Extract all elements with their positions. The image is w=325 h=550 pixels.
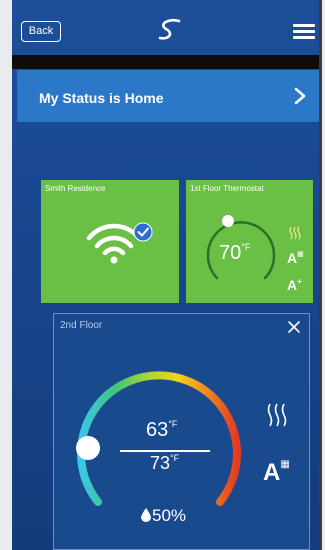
device-edge: [319, 0, 322, 550]
tile-smith-residence[interactable]: Smith Residence: [41, 180, 179, 303]
top-bar: Back: [12, 0, 322, 53]
swirl-logo-icon: [158, 18, 181, 40]
schedule-mode-icon: A▦: [287, 250, 304, 266]
back-button[interactable]: Back: [21, 21, 61, 42]
auto-schedule-icon[interactable]: A▦: [263, 459, 290, 487]
water-drop-icon: [141, 508, 151, 522]
zone-2nd-floor: 2nd Floor 63°F 73°F 50% A▦: [53, 313, 310, 550]
wifi-connected-icon: [86, 222, 153, 264]
tile-label: Smith Residence: [45, 184, 106, 193]
zone-label: 2nd Floor: [60, 320, 103, 331]
hamburger-menu-icon[interactable]: [293, 24, 315, 40]
thermostat-temperature: 70°F: [219, 242, 251, 264]
humidity-readout: 50%: [141, 506, 186, 526]
status-text: My Status is Home: [39, 90, 164, 106]
chevron-right-icon: [294, 87, 306, 105]
close-icon[interactable]: [287, 320, 301, 334]
thermostat-app-screen: Back My Status is Home Smith Residence 1…: [12, 0, 322, 550]
status-banner[interactable]: My Status is Home: [17, 70, 322, 122]
tile-label: 1st Floor Thermostat: [190, 184, 264, 193]
notification-strip: [12, 55, 322, 69]
tile-1st-floor-thermostat[interactable]: 1st Floor Thermostat 70°F A▦ A+: [186, 180, 313, 303]
current-temperature: 73°F: [150, 453, 180, 473]
divider: [120, 450, 210, 452]
auto-mode-icon: A+: [287, 277, 302, 293]
setpoint-temperature: 63°F: [146, 419, 178, 441]
heat-waves-icon[interactable]: [264, 402, 290, 428]
heat-waves-icon: [289, 226, 301, 240]
